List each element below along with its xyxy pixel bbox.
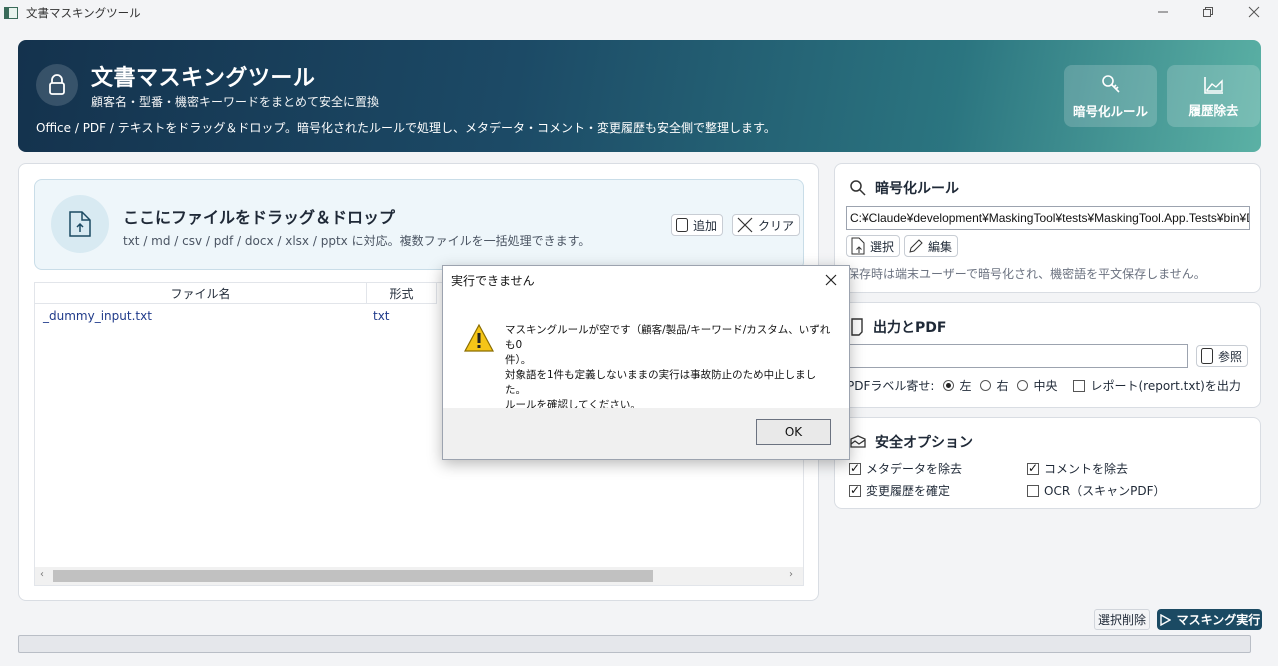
report-checkbox[interactable] <box>1073 379 1086 392</box>
revisions-checkbox[interactable] <box>849 483 861 497</box>
output-path-input[interactable] <box>846 344 1188 368</box>
add-file-button[interactable]: 追加 <box>671 214 724 236</box>
clear-files-label: クリア <box>758 218 795 233</box>
select-rules-label: 選択 <box>870 239 895 254</box>
metadata-label: メタデータを除去 <box>866 462 963 476</box>
chart-icon <box>1203 76 1223 94</box>
select-rules-button[interactable]: 選択 <box>846 235 901 257</box>
rules-section-title: 暗号化ルール <box>875 181 959 197</box>
header-banner: 文書マスキングツール 顧客名・型番・機密キーワードをまとめて安全に置換 Offi… <box>18 40 1261 152</box>
safety-section: 安全オプション メタデータを除去 コメントを除去 変更履歴を確定 OCR（スキャ… <box>834 417 1261 509</box>
progress-bar <box>18 635 1251 653</box>
document-icon <box>851 318 863 336</box>
align-right-label: 右 <box>996 379 1009 393</box>
align-right-radio[interactable] <box>980 380 992 391</box>
scroll-right-icon[interactable]: › <box>789 569 793 580</box>
scrollbar-thumb[interactable] <box>53 570 653 582</box>
horizontal-scrollbar[interactable]: ‹ › <box>35 567 803 585</box>
file-icon <box>676 218 688 232</box>
rules-section: 暗号化ルール C:¥Claude¥development¥MaskingTool… <box>834 163 1261 293</box>
dialog-message: マスキングルールが空です（顧客/製品/キーワード/カスタム、いずれも0 件）。 … <box>505 323 835 413</box>
file-icon <box>851 237 865 255</box>
comments-checkbox[interactable] <box>1027 461 1039 475</box>
dialog-footer: OK <box>443 408 849 459</box>
search-icon <box>850 180 866 196</box>
column-header-type[interactable]: 形式 <box>367 283 437 304</box>
column-header-filename[interactable]: ファイル名 <box>35 283 367 304</box>
warning-icon <box>463 323 495 352</box>
delete-selected-button[interactable]: 選択削除 <box>1094 609 1151 630</box>
align-left-radio[interactable] <box>943 380 955 391</box>
pdf-label-align-row: PDFラベル寄せ: 左 右 中央 レポート(report.txt)を出力 <box>847 377 1241 394</box>
metadata-checkbox[interactable] <box>849 461 861 475</box>
minimize-icon <box>1158 11 1168 13</box>
page-title: 文書マスキングツール <box>91 66 316 91</box>
align-left-label: 左 <box>959 379 972 393</box>
table-cell-filename[interactable]: _dummy_input.txt <box>43 309 152 323</box>
browse-output-button[interactable]: 参照 <box>1196 345 1249 367</box>
output-section-title: 出力とPDF <box>873 320 947 336</box>
close-icon <box>737 217 753 233</box>
restore-button[interactable] <box>1198 3 1218 21</box>
ocr-checkbox[interactable] <box>1027 484 1039 497</box>
output-section: 出力とPDF 参照 PDFラベル寄せ: 左 右 中央 レポート(report.t… <box>834 302 1261 408</box>
report-label: レポート(report.txt)を出力 <box>1090 379 1241 393</box>
close-window-button[interactable] <box>1244 3 1264 21</box>
align-center-radio[interactable] <box>1017 380 1029 391</box>
drop-zone[interactable]: ここにファイルをドラッグ＆ドロップ txt / md / csv / pdf /… <box>34 179 804 270</box>
safety-section-title: 安全オプション <box>875 435 973 451</box>
dialog-message-line: 対象語を1件も定義しないままの実行は事故防止のため中止しました。 <box>505 369 817 396</box>
history-removal-button[interactable]: 履歴除去 <box>1167 65 1260 127</box>
edit-rules-button[interactable]: 編集 <box>904 235 959 257</box>
edit-rules-label: 編集 <box>928 239 953 254</box>
drop-zone-title: ここにファイルをドラッグ＆ドロップ <box>123 208 396 227</box>
play-icon <box>1159 613 1171 626</box>
dialog-message-line: 件）。 <box>505 354 532 366</box>
rules-path-input[interactable]: C:¥Claude¥development¥MaskingTool¥tests¥… <box>846 206 1250 230</box>
key-icon <box>1101 74 1120 93</box>
page-subtitle: 顧客名・型番・機密キーワードをまとめて安全に置換 <box>91 95 380 109</box>
align-center-label: 中央 <box>1033 379 1058 393</box>
restore-icon <box>1203 7 1213 17</box>
dialog-titlebar: 実行できません <box>443 266 849 295</box>
run-masking-button[interactable]: マスキング実行 <box>1157 609 1262 630</box>
dialog-title: 実行できません <box>451 274 535 288</box>
browse-output-label: 参照 <box>1218 349 1243 364</box>
window-titlebar: 文書マスキングツール <box>0 0 1278 26</box>
ocr-label: OCR（スキャンPDF） <box>1044 484 1166 498</box>
history-removal-label: 履歴除去 <box>1188 102 1239 118</box>
app-icon <box>4 7 18 19</box>
encryption-rules-label: 暗号化ルール <box>1072 103 1148 119</box>
window-title: 文書マスキングツール <box>26 6 141 20</box>
file-upload-icon <box>51 195 109 253</box>
add-file-label: 追加 <box>693 218 718 233</box>
minimize-button[interactable] <box>1153 3 1173 21</box>
close-icon <box>1248 6 1260 18</box>
dialog-close-button[interactable] <box>823 272 839 288</box>
close-icon <box>825 274 837 286</box>
ok-button[interactable]: OK <box>756 419 831 445</box>
lock-icon <box>36 64 78 106</box>
pdf-label-align-label: PDFラベル寄せ: <box>847 379 935 393</box>
encryption-rules-button[interactable]: 暗号化ルール <box>1064 65 1157 127</box>
run-masking-label: マスキング実行 <box>1176 613 1261 627</box>
error-dialog: 実行できません マスキングルールが空です（顧客/製品/キーワード/カスタム、いず… <box>442 265 850 460</box>
dialog-body: マスキングルールが空です（顧客/製品/キーワード/カスタム、いずれも0 件）。 … <box>443 295 849 411</box>
drop-zone-hint: txt / md / csv / pdf / docx / xlsx / ppt… <box>123 234 591 248</box>
comments-label: コメントを除去 <box>1044 462 1129 476</box>
file-icon <box>1201 348 1213 364</box>
clear-files-button[interactable]: クリア <box>732 214 801 236</box>
scroll-left-icon[interactable]: ‹ <box>40 569 44 580</box>
pencil-icon <box>909 239 923 253</box>
rules-note: 保存時は端末ユーザーで暗号化され、機密語を平文保存しません。 <box>847 267 1206 281</box>
table-cell-type[interactable]: txt <box>373 309 390 323</box>
page-description: Office / PDF / テキストをドラッグ＆ドロップ。暗号化されたルールで… <box>36 121 776 135</box>
dialog-message-line: マスキングルールが空です（顧客/製品/キーワード/カスタム、いずれも0 <box>505 324 831 351</box>
layers-icon <box>850 435 866 448</box>
revisions-label: 変更履歴を確定 <box>866 484 951 498</box>
